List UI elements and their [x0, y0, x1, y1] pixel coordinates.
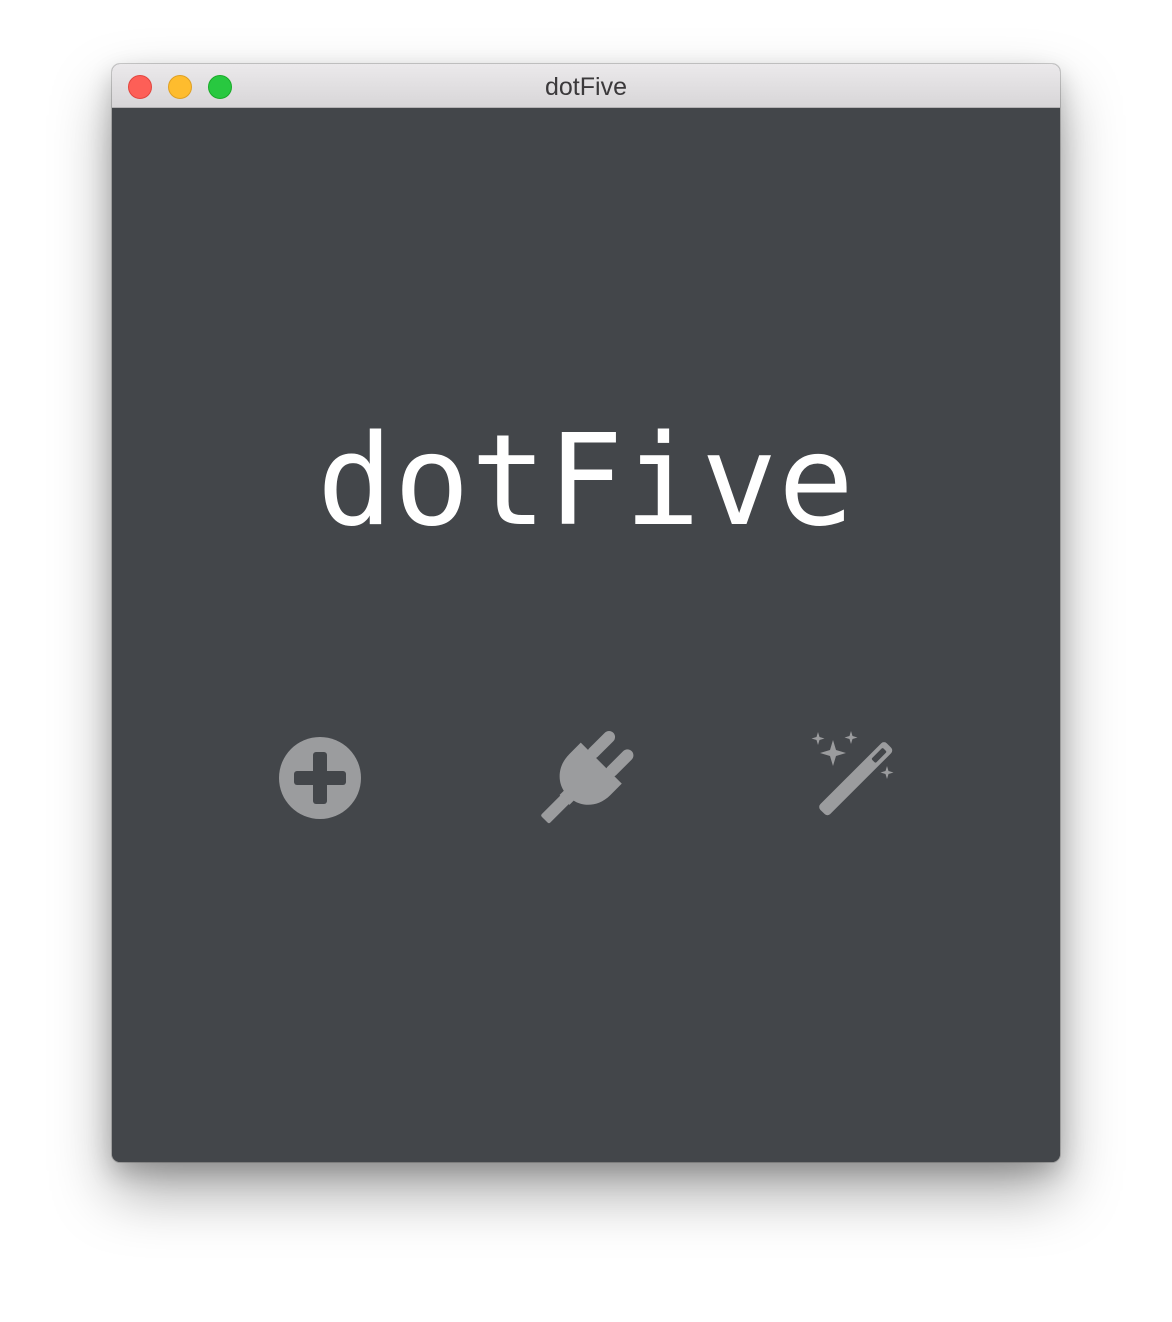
- magic-wand-icon: [800, 728, 900, 828]
- app-window: dotFive dotFive: [112, 64, 1060, 1162]
- main-content: dotFive: [112, 108, 1060, 1162]
- add-button[interactable]: [265, 723, 375, 833]
- app-title: dotFive: [316, 407, 855, 554]
- magic-button[interactable]: [795, 723, 905, 833]
- plug-icon: [535, 728, 635, 828]
- connect-button[interactable]: [530, 723, 640, 833]
- window-title: dotFive: [545, 73, 627, 101]
- title-bar[interactable]: dotFive: [112, 64, 1060, 108]
- plus-circle-icon: [278, 736, 362, 820]
